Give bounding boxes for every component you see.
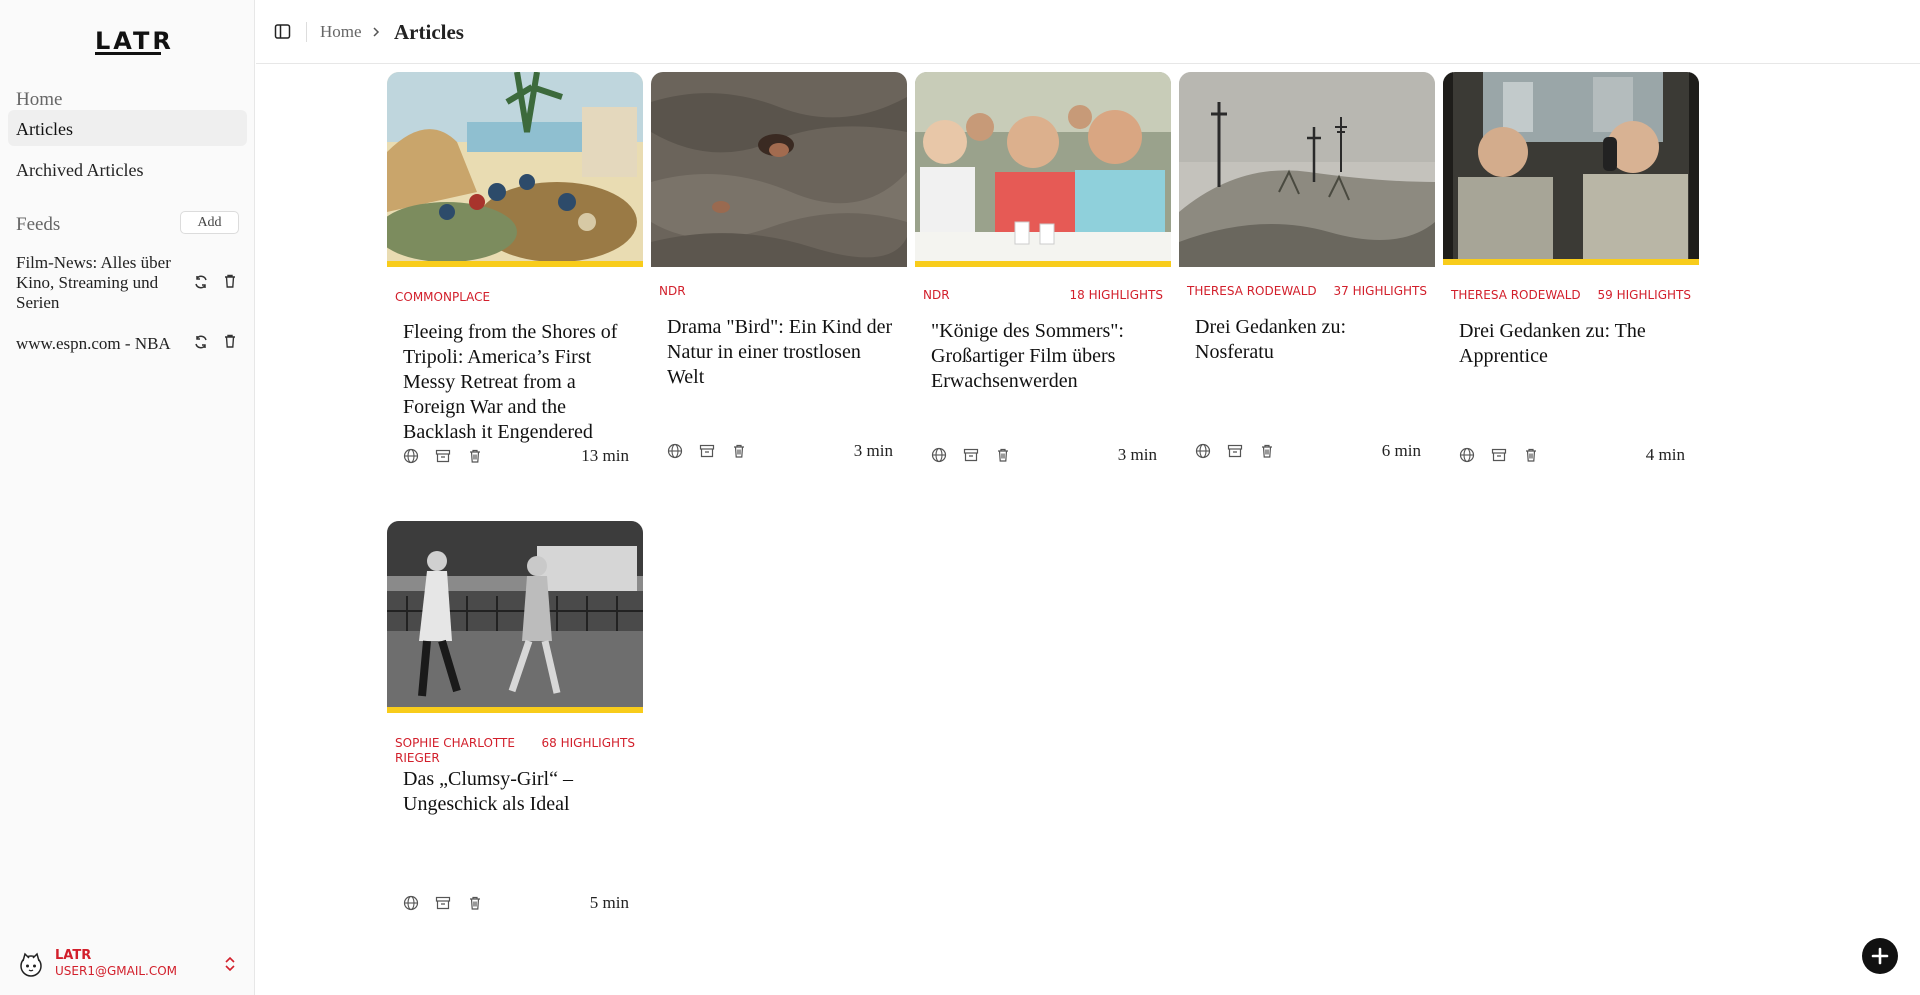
article-thumbnail[interactable] [1179, 72, 1435, 264]
article-source: NDR [659, 284, 686, 298]
archive-icon[interactable] [1491, 447, 1507, 463]
breadcrumb-current: Articles [394, 20, 464, 44]
article-highlights: 68 HIGHLIGHTS [541, 736, 635, 750]
avatar[interactable] [18, 952, 44, 978]
article-thumbnail[interactable] [651, 72, 907, 264]
archive-icon[interactable] [963, 447, 979, 463]
globe-icon[interactable] [1459, 447, 1475, 463]
article-actions: 6 min [1195, 441, 1421, 461]
article-title[interactable]: "Könige des Sommers": Großartiger Film ü… [931, 319, 1157, 394]
article-thumbnail[interactable] [387, 72, 643, 264]
read-time: 3 min [1117, 445, 1157, 464]
article-title[interactable]: Fleeing from the Shores of Tripoli: Amer… [403, 320, 629, 445]
trash-icon[interactable] [1259, 443, 1275, 459]
article-actions: 3 min [667, 441, 893, 461]
refresh-icon[interactable] [193, 334, 209, 350]
sidebar-toggle-icon[interactable] [274, 23, 291, 40]
article-thumbnail[interactable] [1443, 72, 1699, 264]
archive-icon[interactable] [699, 443, 715, 459]
feed-item-film-news[interactable]: Film-News: Alles über Kino, Streaming un… [16, 253, 186, 313]
globe-icon[interactable] [667, 443, 683, 459]
article-highlights: 18 HIGHLIGHTS [1069, 288, 1163, 302]
app-logo[interactable]: LATR [95, 27, 174, 55]
nav-home[interactable]: Home [16, 89, 62, 111]
read-time: 6 min [1381, 441, 1421, 460]
article-source: NDR [923, 288, 950, 302]
globe-icon[interactable] [1195, 443, 1211, 459]
article-source: SOPHIE CHARLOTTE RIEGER [395, 736, 515, 765]
article-actions: 13 min [403, 446, 629, 466]
logo-text: LATR [95, 27, 174, 55]
trash-icon[interactable] [731, 443, 747, 459]
article-card[interactable]: NDR Drama "Bird": Ein Kind der Natur in … [651, 72, 907, 472]
chevron-right-icon [373, 27, 380, 37]
image-bottom-edge [1179, 261, 1435, 267]
add-feed-button[interactable]: Add [180, 211, 239, 234]
article-source: COMMONPLACE [395, 290, 491, 304]
plus-icon [1871, 947, 1889, 965]
article-source: THERESA RODEWALD [1451, 288, 1581, 302]
trash-icon[interactable] [222, 333, 238, 349]
archive-icon[interactable] [435, 448, 451, 464]
image-bottom-edge [651, 261, 907, 267]
nav-articles[interactable]: Articles [8, 110, 247, 146]
globe-icon[interactable] [931, 447, 947, 463]
logo-underline [95, 52, 161, 55]
article-card[interactable]: COMMONPLACE Fleeing from the Shores of T… [387, 72, 643, 472]
article-thumbnail[interactable] [915, 72, 1171, 264]
refresh-icon[interactable] [193, 274, 209, 290]
article-actions: 3 min [931, 445, 1157, 465]
nav-articles-label: Articles [16, 119, 73, 139]
article-highlights: 37 HIGHLIGHTS [1333, 284, 1427, 298]
trash-icon[interactable] [1523, 447, 1539, 463]
article-thumbnail[interactable] [387, 521, 643, 713]
top-header: Home Articles [256, 0, 1920, 64]
user-name: LATR [55, 948, 92, 963]
trash-icon[interactable] [995, 447, 1011, 463]
article-title[interactable]: Drei Gedanken zu: The Apprentice [1459, 319, 1685, 369]
trash-icon[interactable] [467, 895, 483, 911]
breadcrumb-home[interactable]: Home [320, 22, 362, 42]
read-time: 13 min [581, 446, 629, 465]
article-source: THERESA RODEWALD [1187, 284, 1317, 298]
read-time: 4 min [1645, 445, 1685, 464]
article-title[interactable]: Drei Gedanken zu: Nosferatu [1195, 315, 1421, 365]
article-card[interactable]: SOPHIE CHARLOTTE RIEGER 68 HIGHLIGHTS Da… [387, 521, 643, 921]
user-email: USER1@GMAIL.COM [55, 964, 178, 978]
read-time: 5 min [589, 893, 629, 912]
article-highlights: 59 HIGHLIGHTS [1597, 288, 1691, 302]
article-title[interactable]: Drama "Bird": Ein Kind der Natur in eine… [667, 315, 893, 390]
highlight-bar [915, 261, 1171, 267]
article-title[interactable]: Das „Clumsy-Girl“ – Ungeschick als Ideal [403, 767, 629, 817]
archive-icon[interactable] [1227, 443, 1243, 459]
header-divider [306, 22, 307, 42]
chevron-up-down-icon[interactable] [222, 955, 238, 973]
read-time: 3 min [853, 441, 893, 460]
sidebar: LATR Home Articles Archived Articles Fee… [0, 0, 255, 995]
add-article-button[interactable] [1862, 938, 1898, 974]
globe-icon[interactable] [403, 895, 419, 911]
trash-icon[interactable] [467, 448, 483, 464]
globe-icon[interactable] [403, 448, 419, 464]
article-card[interactable]: THERESA RODEWALD 59 HIGHLIGHTS Drei Geda… [1443, 72, 1699, 472]
feed-item-espn-nba[interactable]: www.espn.com - NBA [16, 334, 186, 354]
archive-icon[interactable] [435, 895, 451, 911]
nav-archived-articles[interactable]: Archived Articles [16, 160, 143, 181]
highlight-bar [387, 707, 643, 713]
article-actions: 4 min [1459, 445, 1685, 465]
feeds-heading: Feeds [16, 214, 61, 235]
trash-icon[interactable] [222, 273, 238, 289]
article-card[interactable]: THERESA RODEWALD 37 HIGHLIGHTS Drei Geda… [1179, 72, 1435, 472]
article-card[interactable]: NDR 18 HIGHLIGHTS "Könige des Sommers": … [915, 72, 1171, 472]
highlight-bar [387, 261, 643, 267]
highlight-bar [1443, 259, 1699, 265]
article-actions: 5 min [403, 893, 629, 913]
